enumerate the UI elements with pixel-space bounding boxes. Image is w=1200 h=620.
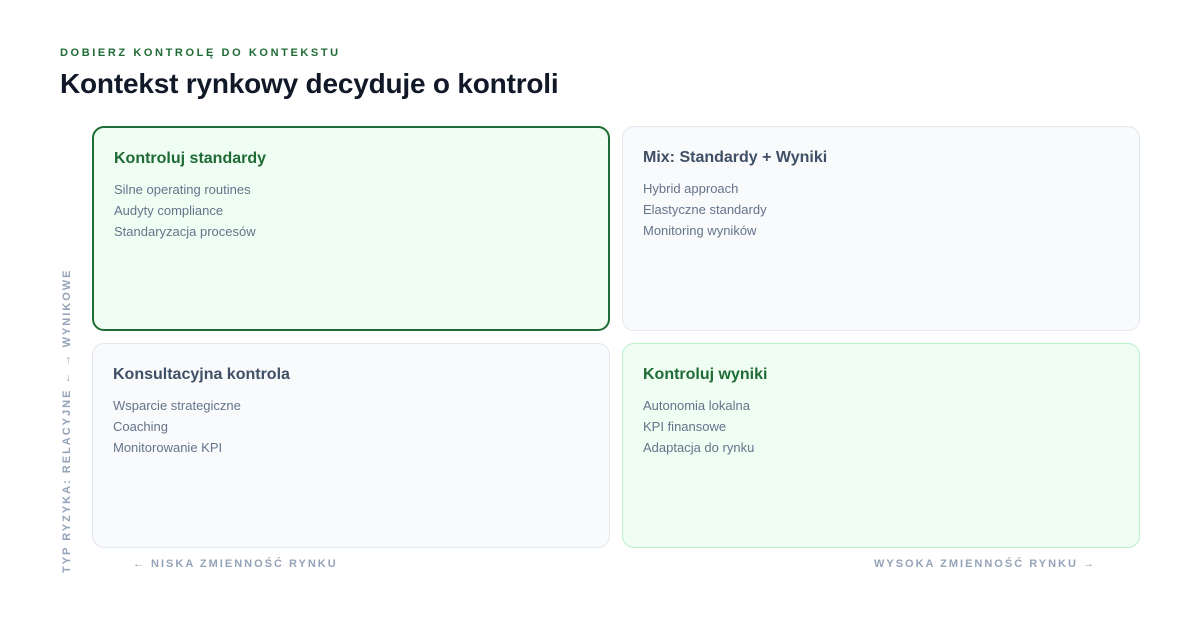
quadrant-mix[interactable]: Mix: Standardy + Wyniki Hybrid approach … bbox=[622, 126, 1140, 331]
quadrant-consultative[interactable]: Konsultacyjna kontrola Wsparcie strategi… bbox=[92, 343, 610, 548]
quadrant-title: Kontroluj standardy bbox=[114, 150, 267, 167]
quadrant-results[interactable]: Kontroluj wyniki Autonomia lokalna KPI f… bbox=[622, 343, 1140, 548]
list-item: Monitoring wyników bbox=[643, 223, 757, 238]
context-matrix: Kontroluj standardy Silne operating rout… bbox=[92, 126, 1140, 548]
quadrant-list: Autonomia lokalna KPI finansowe Adaptacj… bbox=[643, 395, 1119, 458]
list-item: Elastyczne standardy bbox=[643, 202, 767, 217]
list-item: Coaching bbox=[113, 419, 168, 434]
quadrant-list: Silne operating routines Audyty complian… bbox=[114, 179, 588, 242]
page-title: Kontekst rynkowy decyduje o kontroli bbox=[60, 68, 559, 99]
quadrant-title: Konsultacyjna kontrola bbox=[113, 366, 290, 383]
x-axis-low-label: ← NISKA ZMIENNOŚĆ RYNKU bbox=[133, 558, 338, 570]
list-item: Hybrid approach bbox=[643, 181, 739, 196]
list-item: Wsparcie strategiczne bbox=[113, 398, 241, 413]
list-item: KPI finansowe bbox=[643, 419, 727, 434]
quadrant-title: Kontroluj wyniki bbox=[643, 366, 768, 383]
list-item: Audyty compliance bbox=[114, 203, 224, 218]
quadrant-list: Wsparcie strategiczne Coaching Monitorow… bbox=[113, 395, 589, 458]
y-axis-label: TYP RYZYKA: RELACYJNE ← → WYNIKOWE bbox=[61, 268, 73, 573]
list-item: Adaptacja do rynku bbox=[643, 440, 755, 455]
quadrant-title: Mix: Standardy + Wyniki bbox=[643, 149, 828, 166]
list-item: Autonomia lokalna bbox=[643, 398, 750, 413]
list-item: Silne operating routines bbox=[114, 182, 251, 197]
list-item: Standaryzacja procesów bbox=[114, 224, 256, 239]
list-item: Monitorowanie KPI bbox=[113, 440, 223, 455]
eyebrow-label: DOBIERZ KONTROLĘ DO KONTEKSTU bbox=[60, 47, 341, 59]
quadrant-standards[interactable]: Kontroluj standardy Silne operating rout… bbox=[92, 126, 610, 331]
x-axis-high-label: WYSOKA ZMIENNOŚĆ RYNKU → bbox=[874, 558, 1096, 570]
quadrant-list: Hybrid approach Elastyczne standardy Mon… bbox=[643, 178, 1119, 241]
